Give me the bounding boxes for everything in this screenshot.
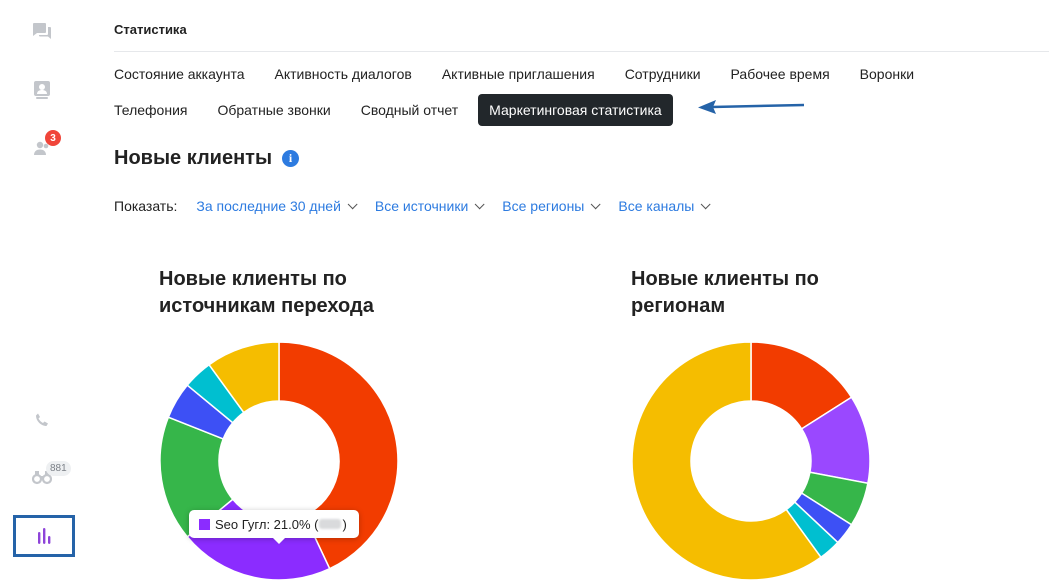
regions-filter[interactable]: Все регионы	[502, 198, 601, 214]
statistics-nav-item[interactable]	[13, 515, 75, 557]
tab-callbacks[interactable]: Обратные звонки	[217, 102, 330, 118]
chart-tooltip: Seo Гугл: 21.0% ( )	[189, 510, 359, 538]
page-title: Статистика	[114, 22, 187, 37]
tooltip-swatch	[199, 518, 210, 530]
section-title-text: Новые клиенты	[114, 147, 273, 169]
tooltip-redacted-value	[319, 519, 342, 529]
chevron-down-icon	[347, 198, 358, 209]
filters-bar: Показать: За последние 30 дней Все источ…	[114, 198, 728, 214]
donut-chart-sources[interactable]	[159, 341, 399, 581]
tab-account-status[interactable]: Состояние аккаунта	[114, 66, 245, 82]
chart-title-regions: Новые клиенты по регионам	[631, 268, 819, 317]
tab-dialog-activity[interactable]: Активность диалогов	[275, 66, 412, 82]
tab-employees[interactable]: Сотрудники	[625, 66, 701, 82]
chevron-down-icon	[701, 198, 711, 209]
users-notification-badge: 3	[45, 130, 61, 146]
chart-title-sources: Новые клиенты по источникам перехода	[159, 268, 374, 317]
section-title: Новые клиенты i	[114, 147, 300, 170]
info-icon[interactable]: i	[282, 150, 300, 167]
tab-funnels[interactable]: Воронки	[860, 66, 914, 82]
tabs-row-1: Состояние аккаунта Активность диалогов А…	[114, 64, 944, 84]
donut-chart-regions[interactable]	[631, 341, 871, 581]
tab-marketing-statistics[interactable]: Маркетинговая статистика	[478, 93, 673, 126]
tooltip-close-paren: )	[342, 516, 347, 532]
tooltip-label: Seo Гугл: 21.0% (	[215, 516, 319, 532]
annotation-arrow	[698, 100, 805, 114]
sources-filter[interactable]: Все источники	[375, 198, 485, 214]
filters-label: Показать:	[114, 198, 178, 214]
chevron-down-icon	[591, 198, 601, 209]
tooltip-tail	[272, 537, 286, 544]
tab-active-invitations[interactable]: Активные приглашения	[442, 66, 595, 82]
phone-icon[interactable]	[28, 406, 56, 434]
contact-card-icon[interactable]	[28, 75, 56, 103]
bar-chart-icon	[38, 528, 51, 544]
chat-icon[interactable]	[28, 17, 56, 45]
chevron-down-icon	[474, 198, 485, 209]
header-divider	[114, 51, 1049, 52]
tab-working-time[interactable]: Рабочее время	[731, 66, 830, 82]
binoculars-count-badge: 881	[46, 461, 71, 476]
tabs-row-2: Телефония Обратные звонки Сводный отчет …	[114, 93, 703, 126]
sidebar: 3 881	[0, 0, 84, 586]
tab-summary-report[interactable]: Сводный отчет	[361, 102, 458, 118]
tab-telephony[interactable]: Телефония	[114, 102, 187, 118]
period-filter[interactable]: За последние 30 дней	[196, 198, 358, 214]
channels-filter[interactable]: Все каналы	[618, 198, 711, 214]
